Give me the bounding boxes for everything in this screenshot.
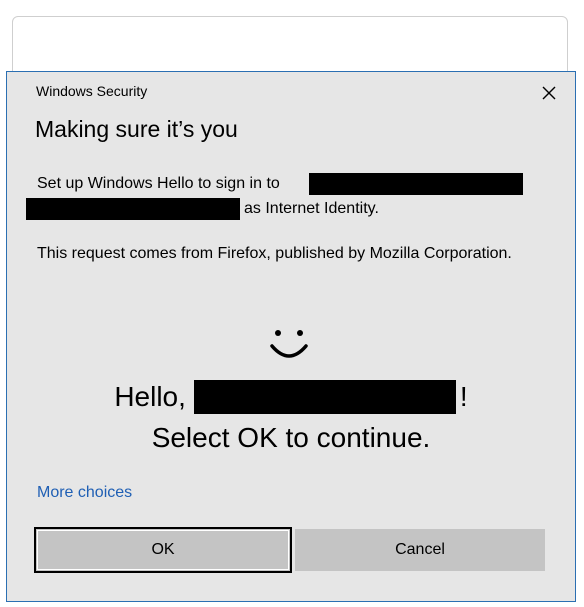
cancel-button[interactable]: Cancel [295,529,545,571]
request-origin-text: This request comes from Firefox, publish… [37,245,512,262]
continue-instruction: Select OK to continue. [151,422,431,453]
more-choices-link[interactable]: More choices [37,484,132,502]
dialog-heading: Making sure it’s you [35,116,238,142]
ok-button[interactable]: OK [34,527,292,573]
redacted-site-name [309,173,523,195]
redacted-user-name [193,380,456,414]
setup-text-suffix: as Internet Identity. [244,200,379,217]
redacted-site-name-continued [26,198,240,220]
smiley-face-icon [270,330,308,358]
close-icon [542,86,556,100]
setup-text-prefix: Set up Windows Hello to sign in to [37,175,280,192]
close-button[interactable] [535,80,563,106]
hello-suffix: ! [459,381,468,412]
windows-security-dialog: Windows Security Making sure it’s you Se… [6,71,576,602]
window-title: Windows Security [36,83,148,99]
hello-prefix: Hello, [114,381,186,412]
hello-greeting: Hello, ! [7,380,575,414]
setup-text-line2: as Internet Identity. [26,198,379,220]
